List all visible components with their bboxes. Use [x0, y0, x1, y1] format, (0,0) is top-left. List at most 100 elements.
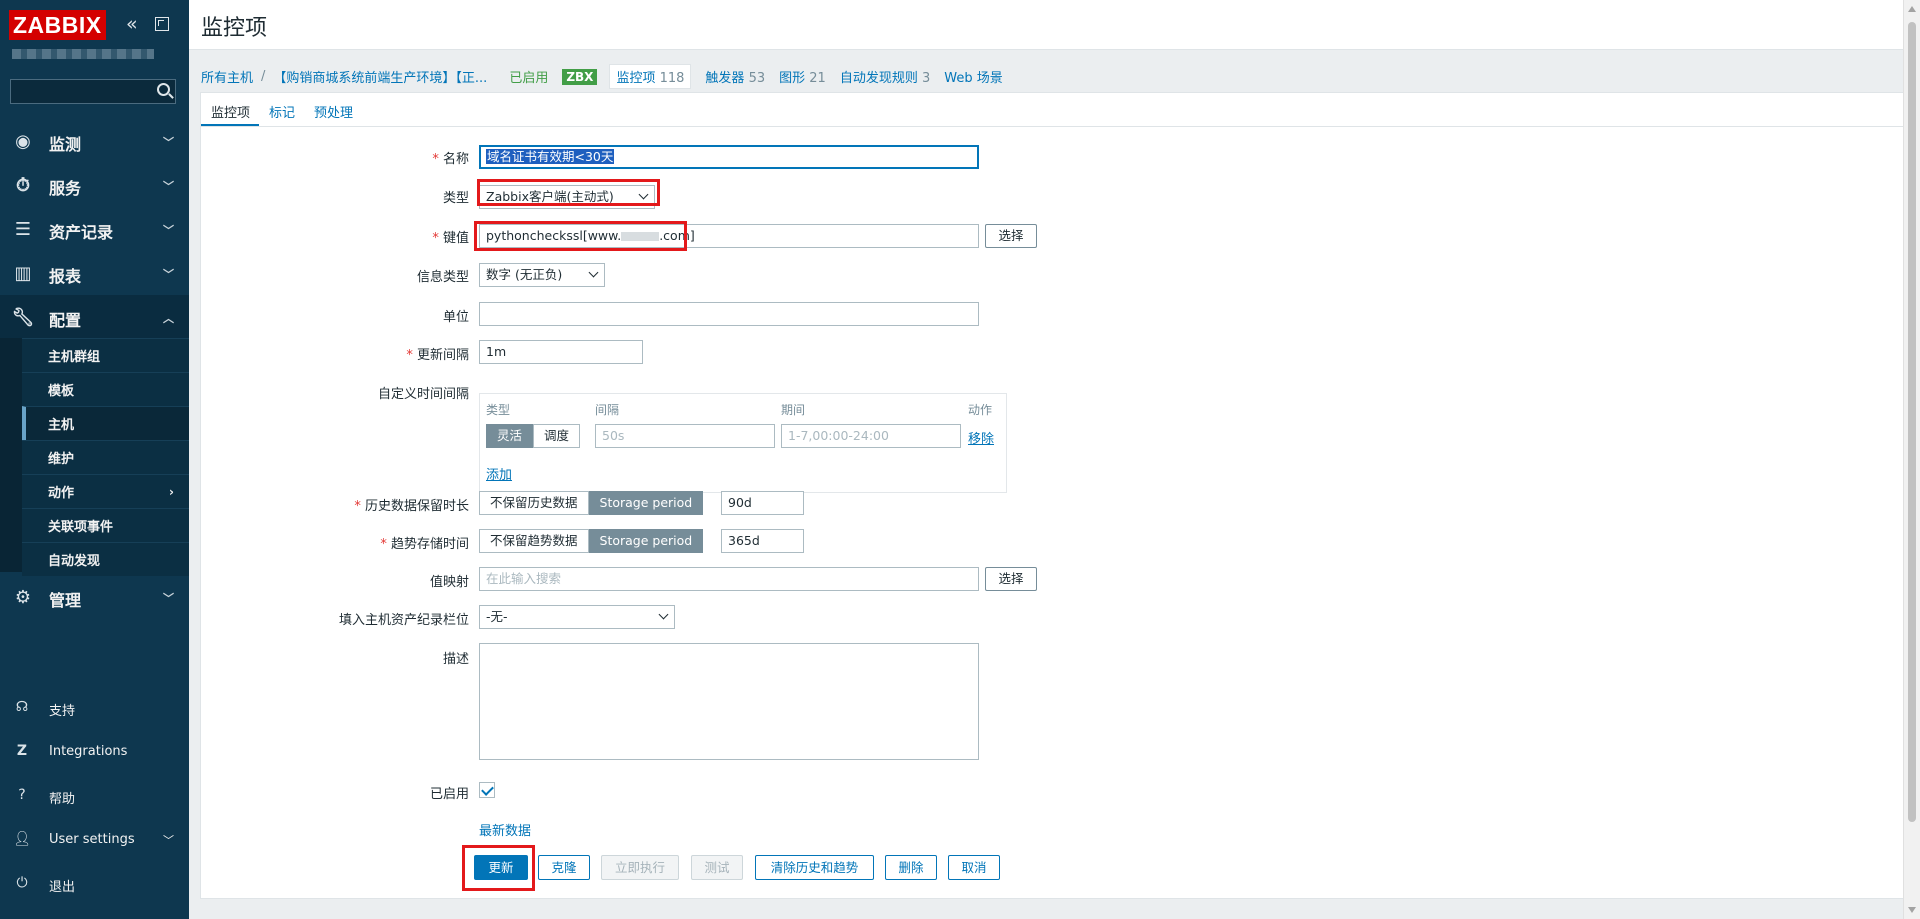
execute-now-button[interactable]: 立即执行	[601, 855, 679, 880]
placeholder: 1-7,00:00-24:00	[788, 428, 889, 443]
nav-label: 报表	[49, 267, 82, 286]
items-link[interactable]: 监控项	[616, 71, 655, 86]
clone-button[interactable]: 克隆	[538, 855, 590, 880]
trends-no-keep-option[interactable]: 不保留趋势数据	[479, 529, 589, 553]
breadcrumb-graphs[interactable]: 图形 21	[779, 67, 826, 86]
breadcrumb-web[interactable]: Web 场景	[944, 67, 1002, 86]
valuemap-input[interactable]: 在此输入搜索	[479, 567, 979, 591]
submenu-maintenance[interactable]: 维护	[22, 440, 189, 474]
breadcrumb-items[interactable]: 监控项 118	[609, 64, 692, 89]
form-labels: 名称 类型 键值 信息类型 单位 更新间隔 自定义时间间隔 历史数据保留时长 趋…	[201, 93, 469, 898]
update-button[interactable]: 更新	[474, 855, 528, 880]
power-icon: ⏻	[16, 875, 28, 891]
delete-button[interactable]: 删除	[885, 855, 937, 880]
nav-help[interactable]: ? 帮助	[0, 776, 189, 816]
breadcrumb-separator: /	[261, 69, 266, 84]
chevron-down-icon	[658, 609, 669, 620]
submenu-discovery[interactable]: 自动发现	[22, 542, 189, 576]
description-textarea[interactable]	[479, 643, 979, 760]
zabbix-logo[interactable]: ZABBIX	[9, 10, 106, 40]
type-select-value: Zabbix客户端(主动式)	[486, 189, 614, 204]
triggers-link[interactable]: 触发器	[705, 71, 744, 86]
submenu-host-groups[interactable]: 主机群组	[22, 338, 189, 372]
chevron-down-icon: ﹀	[163, 180, 174, 193]
breadcrumb-triggers[interactable]: 触发器 53	[705, 67, 765, 86]
name-input[interactable]: 域名证书有效期<30天	[479, 145, 979, 169]
redacted-domain	[621, 232, 660, 241]
kiosk-mode-icon[interactable]	[155, 17, 169, 31]
nav-label: 帮助	[49, 792, 76, 807]
nav-configuration[interactable]: 🔧︎ 配置 ︿	[0, 295, 189, 339]
graphs-link[interactable]: 图形	[779, 71, 805, 86]
ci-remove-link[interactable]: 移除	[968, 428, 994, 447]
zbx-availability-badge: ZBX	[562, 68, 598, 85]
history-storage-period-option[interactable]: Storage period	[588, 491, 704, 515]
key-value-prefix: pythoncheckssl[www.	[486, 228, 622, 243]
stopwatch-icon: ⏱	[15, 174, 31, 196]
clear-history-button[interactable]: 清除历史和趋势	[755, 855, 874, 880]
chevron-up-icon: ︿	[163, 312, 174, 325]
items-count: 118	[659, 71, 685, 86]
history-no-keep-option[interactable]: 不保留历史数据	[479, 491, 589, 515]
nav-monitoring[interactable]: ◉ 监测 ﹀	[0, 119, 189, 163]
list-icon: ☰	[14, 218, 32, 240]
enabled-checkbox[interactable]	[479, 782, 495, 798]
main-content: 监控项 所有主机 / 【购销商城系统前端生产环境】【正... 已启用 ZBX 监…	[189, 0, 1920, 919]
host-status-enabled[interactable]: 已启用	[509, 67, 548, 86]
nav-inventory[interactable]: ☰ 资产记录 ﹀	[0, 207, 189, 251]
web-scenarios-link[interactable]: Web 场景	[944, 71, 1002, 86]
breadcrumb-discovery[interactable]: 自动发现规则 3	[840, 67, 930, 86]
sidebar-search-input[interactable]	[10, 79, 176, 104]
latest-data-link[interactable]: 最新数据	[479, 820, 531, 839]
ci-flexible-option[interactable]: 灵活	[486, 424, 534, 448]
ci-scheduling-option[interactable]: 调度	[533, 424, 581, 448]
type-label: 类型	[442, 191, 469, 206]
trends-storage-period-option[interactable]: Storage period	[588, 529, 704, 553]
nav-reports[interactable]: ▥ 报表 ﹀	[0, 251, 189, 295]
graphs-count: 21	[809, 71, 826, 86]
ci-type-toggle: 灵活 调度	[486, 424, 581, 448]
breadcrumb-all-hosts[interactable]: 所有主机	[201, 67, 253, 86]
scroll-thumb[interactable]	[1908, 22, 1916, 822]
info-type-select[interactable]: 数字 (无正负)	[479, 263, 605, 287]
search-icon[interactable]	[157, 83, 170, 96]
nav-administration[interactable]: ⚙ 管理 ﹀	[0, 575, 189, 619]
units-input[interactable]	[479, 302, 979, 326]
nav-support[interactable]: ☊ 支持	[0, 688, 189, 728]
nav-user-settings[interactable]: 👤︎ User settings ﹀	[0, 820, 189, 860]
nav-integrations[interactable]: Z Integrations	[0, 732, 189, 772]
key-input[interactable]: pythoncheckssl[www. .com]	[479, 224, 979, 248]
test-button[interactable]: 测试	[691, 855, 743, 880]
chevron-down-icon	[638, 189, 649, 200]
inventory-select[interactable]: -无-	[479, 605, 675, 629]
ci-add-link[interactable]: 添加	[486, 464, 512, 483]
submenu-hosts[interactable]: 主机	[22, 406, 189, 440]
type-select[interactable]: Zabbix客户端(主动式)	[479, 185, 655, 209]
page-scrollbar[interactable]	[1903, 0, 1920, 919]
scroll-up-icon[interactable]	[1908, 6, 1916, 12]
nav-label: 退出	[49, 880, 76, 895]
valuemap-select-button[interactable]: 选择	[985, 567, 1037, 591]
chevron-right-icon: ›	[169, 484, 174, 499]
trends-input[interactable]: 365d	[721, 529, 804, 553]
history-input[interactable]: 90d	[721, 491, 804, 515]
submenu-actions[interactable]: 动作 ›	[22, 474, 189, 508]
sidebar: ZABBIX « ◉ 监测 ﹀ ⏱ 服务 ﹀ ☰ 资产记录 ﹀ ▥ 报表 ﹀ 🔧…	[0, 0, 189, 919]
discovery-link[interactable]: 自动发现规则	[840, 71, 918, 86]
page-title: 监控项	[201, 16, 268, 41]
scroll-down-icon[interactable]	[1908, 907, 1916, 913]
trends-mode-toggle: 不保留趋势数据 Storage period	[479, 529, 704, 553]
nav-sign-out[interactable]: ⏻ 退出	[0, 864, 189, 904]
interval-input[interactable]: 1m	[479, 340, 643, 364]
nav-services[interactable]: ⏱ 服务 ﹀	[0, 163, 189, 207]
collapse-sidebar-icon[interactable]: «	[126, 14, 138, 34]
cancel-button[interactable]: 取消	[948, 855, 1000, 880]
submenu-event-correlation[interactable]: 关联项事件	[22, 508, 189, 542]
breadcrumb-host[interactable]: 【购销商城系统前端生产环境】【正...	[273, 67, 487, 86]
key-select-button[interactable]: 选择	[985, 224, 1037, 248]
ci-period-input[interactable]: 1-7,00:00-24:00	[781, 424, 961, 448]
item-form-panel: 监控项 标记 预处理 名称 类型 键值 信息类型 单位 更新间隔 自定义时间间隔…	[200, 92, 1908, 899]
ci-interval-input[interactable]: 50s	[595, 424, 775, 448]
submenu-templates[interactable]: 模板	[22, 372, 189, 406]
key-value-suffix: .com]	[659, 228, 695, 243]
